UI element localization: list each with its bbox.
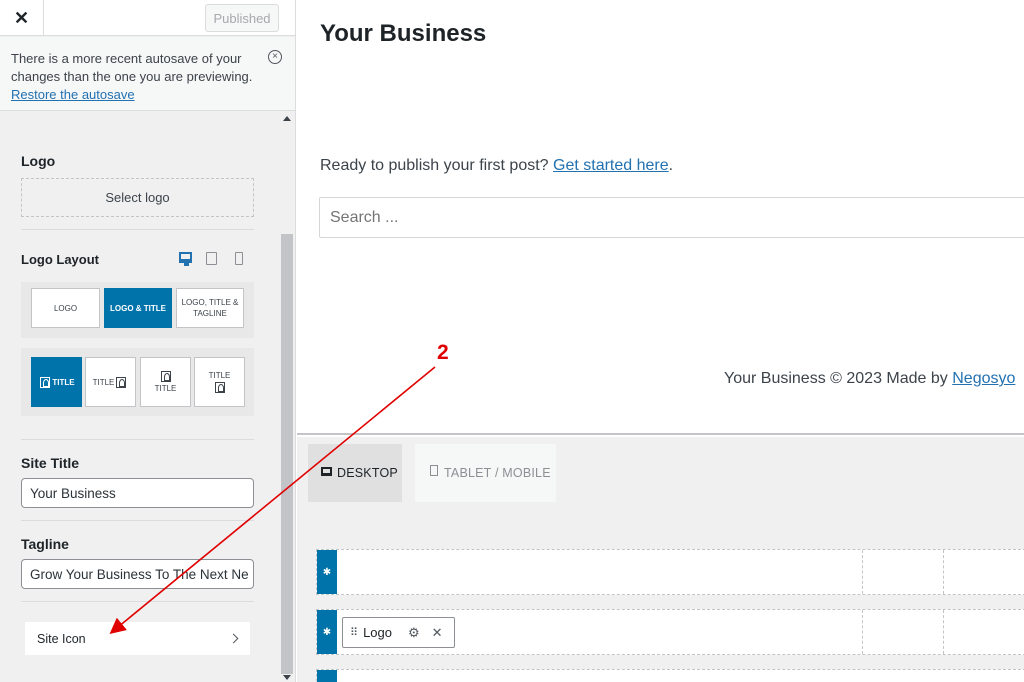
- logo-mini-icon: [214, 382, 225, 393]
- site-preview: Your Business Ready to publish your firs…: [297, 0, 1024, 435]
- sidebar-topbar: ✕ Published: [0, 0, 295, 36]
- logo-mini-icon: [116, 376, 127, 388]
- site-icon-button[interactable]: Site Icon: [25, 622, 250, 655]
- logo-layout-options: LOGO LOGO & TITLE LOGO, TITLE & TAGLINE: [21, 282, 254, 338]
- customizer-sidebar: ✕ Published There is a more recent autos…: [0, 0, 296, 682]
- position-logo-bottom[interactable]: TITLE: [194, 357, 245, 407]
- divider: [21, 601, 254, 602]
- position-label: TITLE: [52, 377, 75, 387]
- tablet-icon[interactable]: [206, 252, 217, 265]
- autosave-message: There is a more recent autosave of your …: [11, 51, 253, 84]
- close-button[interactable]: ✕: [0, 0, 44, 36]
- scroll-down-icon[interactable]: [283, 675, 291, 680]
- header-builder: DESKTOP TABLET / MOBILE ✱ ✱ ⠿ Logo ⚙ ✕ ✱: [297, 437, 1024, 682]
- logo-layout-label: Logo Layout: [21, 252, 99, 267]
- divider: [21, 439, 254, 440]
- select-logo-button[interactable]: Select logo: [21, 178, 254, 217]
- logo-mini-icon: [160, 371, 171, 382]
- site-title-label: Site Title: [21, 455, 80, 471]
- layout-option-logo-title-tagline[interactable]: LOGO, TITLE & TAGLINE: [176, 288, 244, 328]
- restore-autosave-link[interactable]: Restore the autosave: [11, 87, 135, 102]
- position-label: TITLE: [92, 377, 115, 387]
- mobile-icon[interactable]: [235, 252, 243, 265]
- position-logo-top[interactable]: TITLE: [140, 357, 191, 407]
- tagline-input[interactable]: Grow Your Business To The Next Ne: [21, 559, 254, 589]
- drag-handle-icon[interactable]: ⠿: [350, 626, 358, 639]
- gear-icon[interactable]: ⚙: [408, 625, 420, 641]
- layout-option-logo-title[interactable]: LOGO & TITLE: [104, 288, 172, 328]
- gear-icon[interactable]: ✱: [317, 610, 337, 654]
- column-divider: [943, 550, 944, 594]
- tab-desktop[interactable]: DESKTOP: [308, 444, 402, 502]
- position-label: TITLE: [208, 371, 231, 380]
- tab-label: DESKTOP: [337, 466, 398, 480]
- published-button[interactable]: Published: [205, 4, 279, 32]
- search-input[interactable]: Search ...: [319, 197, 1024, 238]
- column-divider: [862, 610, 863, 654]
- tablet-icon: [430, 464, 438, 476]
- builder-row-top[interactable]: ✱: [316, 549, 1024, 595]
- ready-text: Ready to publish your first post?: [320, 157, 554, 174]
- annotation-number: 2: [437, 341, 449, 364]
- desktop-icon: [321, 466, 332, 476]
- site-icon-label: Site Icon: [37, 631, 86, 646]
- logo-item[interactable]: ⠿ Logo ⚙ ✕: [342, 617, 455, 648]
- circle-x-icon[interactable]: ×: [268, 50, 282, 64]
- layout-option-logo[interactable]: LOGO: [31, 288, 100, 328]
- site-title-input[interactable]: Your Business: [21, 478, 254, 508]
- device-switcher: [179, 252, 243, 266]
- tab-label: TABLET / MOBILE: [444, 466, 551, 480]
- logo-label: Logo: [21, 153, 56, 169]
- position-logo-right[interactable]: TITLE: [85, 357, 136, 407]
- divider: [21, 229, 254, 230]
- footer-link[interactable]: Negosyo: [952, 370, 1015, 387]
- logo-mini-icon: [40, 376, 51, 388]
- autosave-notice: There is a more recent autosave of your …: [0, 37, 295, 111]
- logo-item-label: Logo: [363, 625, 392, 640]
- builder-row-main[interactable]: ✱ ⠿ Logo ⚙ ✕: [316, 609, 1024, 655]
- tab-tablet-mobile[interactable]: TABLET / MOBILE: [415, 444, 556, 502]
- logo-position-options: TITLE TITLE TITLE TITLE: [21, 348, 254, 416]
- column-divider: [862, 550, 863, 594]
- scroll-thumb[interactable]: [281, 234, 293, 674]
- tagline-label: Tagline: [21, 536, 69, 552]
- gear-icon[interactable]: ✱: [317, 550, 337, 594]
- builder-row-bottom[interactable]: ✱: [316, 669, 1024, 682]
- footer-text: Your Business © 2023 Made by: [724, 370, 953, 387]
- gear-icon[interactable]: ✱: [317, 670, 337, 682]
- preview-site-title[interactable]: Your Business: [320, 20, 486, 48]
- position-label: TITLE: [154, 384, 177, 393]
- close-icon: ✕: [13, 7, 30, 28]
- desktop-icon[interactable]: [179, 252, 192, 266]
- close-icon[interactable]: ✕: [432, 625, 443, 641]
- chevron-right-icon: [228, 633, 239, 644]
- scroll-up-icon[interactable]: [283, 116, 291, 121]
- position-logo-left[interactable]: TITLE: [31, 357, 82, 407]
- get-started-link[interactable]: Get started here: [553, 157, 669, 174]
- sidebar-scrollbar[interactable]: [280, 112, 294, 682]
- column-divider: [943, 610, 944, 654]
- divider: [21, 520, 254, 521]
- ready-to-publish-text: Ready to publish your first post? Get st…: [320, 157, 673, 175]
- footer-credits: Your Business © 2023 Made by Negosyo: [724, 370, 1015, 388]
- ready-end: .: [668, 157, 674, 174]
